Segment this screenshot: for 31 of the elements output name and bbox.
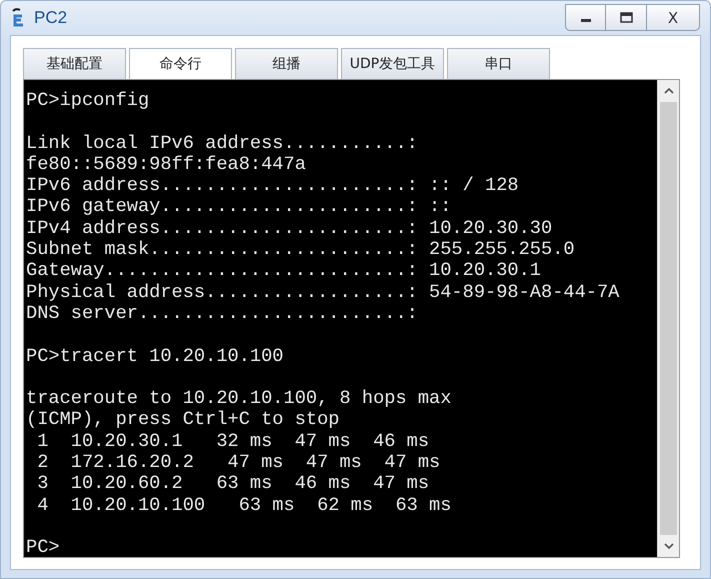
terminal-line: 1 10.20.30.1 32 ms 47 ms 46 ms [36, 430, 430, 452]
terminal-line: traceroute to 10.20.10.100, 8 hops max [26, 388, 452, 410]
maximize-icon [620, 12, 632, 23]
terminal-line: PC>ipconfig [26, 90, 150, 112]
close-button[interactable]: X [647, 4, 700, 31]
scroll-up-icon[interactable] [664, 88, 674, 94]
terminal-line: PC>tracert 10.20.10.100 [26, 346, 284, 367]
scrollbar[interactable] [657, 80, 679, 557]
terminal-line: IPv4 address......................: 10.20.30.30 [26, 218, 552, 240]
maximize-button[interactable] [606, 4, 647, 31]
minimize-button[interactable] [565, 4, 606, 31]
tab[interactable]: UDP发包工具 [341, 48, 444, 79]
terminal-line: Physical address..................: 54-89-98-A8-44-7A [26, 282, 620, 303]
terminal-line: Subnet mask.......................: 255.255.255.0 [26, 239, 575, 260]
terminal-line: 2 172.16.20.2 47 ms 47 ms 47 ms [36, 452, 440, 474]
scroll-down-icon[interactable] [664, 543, 674, 549]
terminal-line: (ICMP), press Ctrl+C to stop [26, 409, 340, 431]
terminal-line: IPv6 address......................: :: / 128 [26, 175, 519, 196]
tab[interactable]: 串口 [447, 48, 550, 79]
terminal-line: 4 10.20.10.100 63 ms 62 ms 63 ms [36, 494, 452, 516]
terminal-line: PC> [26, 537, 60, 557]
tab[interactable]: 基础配置 [23, 48, 126, 79]
tab[interactable]: 命令行 [129, 48, 232, 79]
tab[interactable]: 组播 [235, 48, 338, 79]
window-title: PC2 [34, 8, 68, 28]
terminal-line: fe80::5689:98ff:fea8:447a [26, 154, 306, 176]
terminal-line: Gateway...........................: 10.20.30.1 [26, 260, 541, 282]
terminal-line: Link local IPv6 address...........: [26, 132, 418, 154]
terminal-line: IPv6 gateway......................: :: [26, 196, 452, 218]
terminal-line: DNS server........................: [26, 302, 418, 324]
terminal-line: 3 10.20.60.2 63 ms 46 ms 47 ms [36, 473, 430, 495]
